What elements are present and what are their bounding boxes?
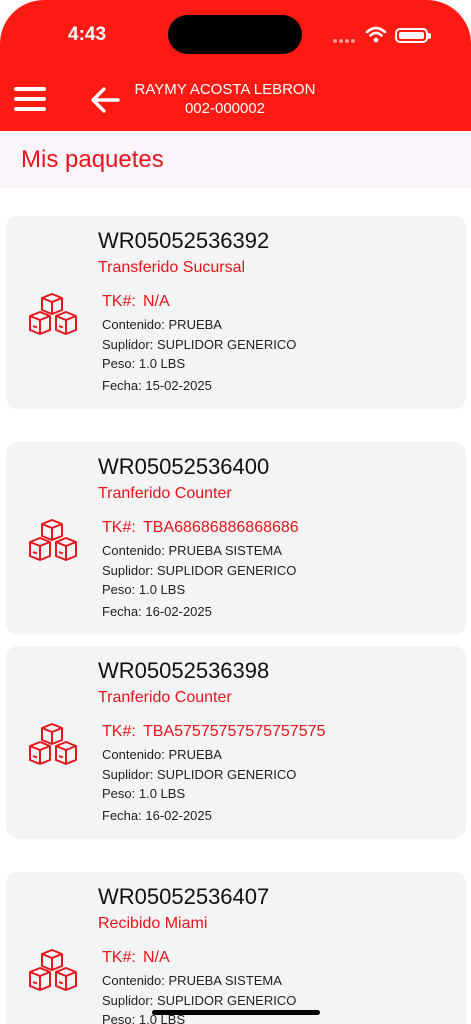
tk-value: N/A: [143, 293, 170, 310]
page-title: Mis paquetes: [21, 146, 164, 173]
suplidor-label: Suplidor:: [102, 993, 154, 1008]
suplidor-value: SUPLIDOR GENERICO: [156, 993, 297, 1008]
contenido-value: PRUEBA SISTEMA: [168, 973, 282, 988]
menu-bar: [14, 107, 46, 111]
wifi-icon: [365, 26, 387, 43]
signal-dot: [339, 39, 343, 43]
header-user-name: RAYMY ACOSTA LEBRON: [134, 81, 316, 98]
peso-row: Peso: 1.0 LBS: [102, 356, 185, 371]
boxes-icon: [29, 949, 77, 991]
fecha-label: Fecha:: [102, 604, 142, 619]
peso-label: Peso:: [102, 1012, 136, 1024]
package-card[interactable]: WR05052536398 Tranferido Counter TK#: TB…: [6, 646, 466, 839]
suplidor-value: SUPLIDOR GENERICO: [156, 337, 297, 352]
boxes-icon: [29, 293, 77, 335]
signal-dot: [345, 39, 349, 43]
fecha-label: Fecha:: [102, 808, 142, 823]
tk-value: N/A: [143, 949, 170, 966]
header-user-code: 002-000002: [184, 100, 266, 117]
fecha-row: Fecha: 16-02-2025: [102, 808, 212, 823]
package-status: Tranferido Counter: [98, 689, 232, 706]
contenido-label: Contenido:: [102, 317, 165, 332]
signal-dot: [333, 39, 337, 43]
menu-bar: [14, 87, 46, 91]
signal-dot: [351, 39, 355, 43]
suplidor-label: Suplidor:: [102, 563, 154, 578]
suplidor-value: SUPLIDOR GENERICO: [156, 563, 297, 578]
suplidor-label: Suplidor:: [102, 337, 154, 352]
tk-label: TK#:: [102, 519, 136, 536]
boxes-icon: [29, 723, 77, 765]
menu-bar: [14, 97, 46, 101]
suplidor-row: Suplidor: SUPLIDOR GENERICO: [102, 563, 296, 578]
peso-value: 1.0 LBS: [138, 356, 186, 371]
peso-value: 1.0 LBS: [138, 786, 186, 801]
suplidor-row: Suplidor: SUPLIDOR GENERICO: [102, 767, 296, 782]
home-indicator[interactable]: [152, 1010, 320, 1015]
package-wr-number: WR05052536398: [98, 658, 270, 683]
suplidor-row: Suplidor: SUPLIDOR GENERICO: [102, 337, 296, 352]
suplidor-value: SUPLIDOR GENERICO: [156, 767, 297, 782]
package-card[interactable]: WR05052536392 Transferido Sucursal TK#: …: [6, 216, 466, 409]
package-status: Recibido Miami: [98, 915, 208, 932]
contenido-label: Contenido:: [102, 973, 165, 988]
fecha-row: Fecha: 16-02-2025: [102, 604, 212, 619]
contenido-value: PRUEBA SISTEMA: [168, 543, 282, 558]
suplidor-row: Suplidor: SUPLIDOR GENERICO: [102, 993, 296, 1008]
suplidor-label: Suplidor:: [102, 767, 154, 782]
package-card[interactable]: WR05052536407 Recibido Miami TK#: N/A Co…: [6, 872, 466, 1024]
menu-button[interactable]: [12, 84, 48, 114]
status-icons: [333, 24, 433, 46]
tk-value: TBA68686886868686: [143, 519, 299, 536]
package-status: Tranferido Counter: [98, 485, 232, 502]
tk-label: TK#:: [102, 293, 136, 310]
contenido-row: Contenido: PRUEBA: [102, 317, 222, 332]
dynamic-island: [168, 15, 302, 54]
fecha-value: 16-02-2025: [145, 808, 212, 823]
peso-label: Peso:: [102, 582, 136, 597]
boxes-icon: [29, 519, 77, 561]
fecha-value: 15-02-2025: [145, 378, 212, 393]
peso-row: Peso: 1.0 LBS: [102, 582, 185, 597]
fecha-row: Fecha: 15-02-2025: [102, 378, 212, 393]
back-arrow-icon[interactable]: [88, 82, 124, 118]
fecha-value: 16-02-2025: [145, 604, 212, 619]
battery-icon: [395, 28, 431, 43]
tk-label: TK#:: [102, 949, 136, 966]
contenido-value: PRUEBA: [168, 747, 222, 762]
status-time: 4:43: [68, 24, 107, 45]
peso-value: 1.0 LBS: [138, 582, 186, 597]
contenido-value: PRUEBA: [168, 317, 222, 332]
peso-label: Peso:: [102, 356, 136, 371]
app-header: 4:43 RAYMY ACOSTA LEBRON 002-000002: [0, 0, 471, 131]
contenido-row: Contenido: PRUEBA SISTEMA: [102, 543, 282, 558]
contenido-label: Contenido:: [102, 543, 165, 558]
fecha-label: Fecha:: [102, 378, 142, 393]
contenido-row: Contenido: PRUEBA: [102, 747, 222, 762]
tk-label: TK#:: [102, 723, 136, 740]
tk-value: TBA57575757575757575: [143, 723, 326, 740]
package-card[interactable]: WR05052536400 Tranferido Counter TK#: TB…: [6, 442, 466, 635]
peso-row: Peso: 1.0 LBS: [102, 786, 185, 801]
package-wr-number: WR05052536392: [98, 228, 270, 253]
package-wr-number: WR05052536400: [98, 454, 270, 479]
contenido-row: Contenido: PRUEBA SISTEMA: [102, 973, 282, 988]
contenido-label: Contenido:: [102, 747, 165, 762]
package-status: Transferido Sucursal: [98, 259, 246, 276]
peso-label: Peso:: [102, 786, 136, 801]
package-wr-number: WR05052536407: [98, 884, 270, 909]
